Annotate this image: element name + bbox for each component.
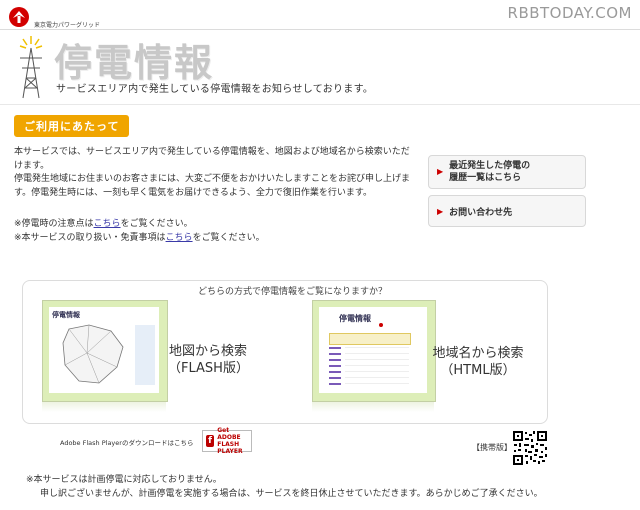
watermark: RBBTODAY.COM	[507, 4, 632, 22]
intro-line: 停電発生地域にお住まいのお客さまには、大変ご不便をおかけいたしますことをお詫び申…	[14, 174, 411, 184]
map-search-option[interactable]: 地図から検索 （FLASH版）	[168, 343, 249, 377]
get-flash-player-button[interactable]: f Get ADOBE FLASH PLAYER	[202, 427, 252, 455]
recent-outages-label: 履歴一覧はこちら	[449, 173, 522, 183]
arrow-right-icon: ▶	[437, 206, 444, 216]
company-name: 東京電力パワーグリッド	[34, 22, 101, 29]
intro-text: 本サービスでは、サービスエリア内で発生している停電情報を、地図および地域名から検…	[14, 146, 422, 200]
contact-label: お問い合わせ先	[449, 207, 513, 218]
flash-badge-line: Get ADOBE	[217, 427, 241, 441]
intro-line: けます。	[14, 160, 50, 171]
flash-download-text: Adobe Flash Playerのダウンロードはこちら	[60, 439, 194, 447]
qr-code-icon[interactable]	[512, 430, 548, 466]
map-search-label: 地図から検索	[168, 344, 247, 359]
intro-line: す。停電発生時には、一刻も早く電気をお届けできるよう、全力で復旧作業を行います。	[14, 187, 373, 198]
page-subtitle: サービスエリア内で発生している停電情報をお知らせしております。	[56, 84, 374, 95]
area-search-sublabel: （HTML版）	[440, 363, 516, 378]
section-divider	[0, 104, 640, 105]
usage-badge: ご利用にあたって	[14, 115, 130, 137]
thumbnail-reflection	[42, 402, 166, 412]
arrow-right-icon: ▶	[437, 167, 444, 176]
flash-icon: f	[206, 435, 215, 447]
company-logo[interactable]: 東京電力パワーグリッド	[8, 6, 100, 29]
recent-outages-button[interactable]: ▶ 最近発生した停電の 履歴一覧はこちら	[428, 155, 586, 189]
power-tower-icon	[19, 36, 43, 99]
search-method-question: どちらの方式で停電情報をご覧になりますか？	[198, 287, 388, 297]
footer-note-detail: 申し訳ございませんが、計画停電を実施する場合は、サービスを終日休止させていただき…	[40, 489, 543, 499]
intro-line: 本サービスでは、サービスエリア内で発生している停電情報を、地図および地域名から検…	[14, 147, 410, 157]
area-search-label: 地域名から検索	[432, 346, 524, 361]
contact-button[interactable]: ▶ お問い合わせ先	[428, 195, 586, 227]
map-search-sublabel: （FLASH版）	[168, 361, 249, 376]
footer-note: ※本サービスは計画停電に対応しておりません。	[26, 475, 222, 485]
note-outage-precautions: ※停電時の注意点はこちらをご覧ください。	[14, 219, 193, 229]
terms-link[interactable]: こちら	[166, 233, 193, 243]
flash-badge-line: FLASH PLAYER	[217, 441, 243, 455]
recent-outages-label: 最近発生した停電の	[449, 161, 531, 171]
tepco-logo-icon	[9, 7, 29, 27]
area-search-thumbnail[interactable]: 停電情報	[312, 300, 436, 402]
map-icon	[62, 324, 124, 384]
header-divider	[0, 29, 640, 30]
thumbnail-title: 停電情報	[339, 314, 371, 323]
note-terms: ※本サービスの取り扱い・免責事項はこちらをご覧ください。	[14, 233, 265, 243]
map-search-thumbnail[interactable]: 停電情報	[42, 300, 168, 402]
notes: ※停電時の注意点はこちらをご覧ください。 ※本サービスの取り扱い・免責事項はこち…	[14, 217, 265, 245]
outage-precautions-link[interactable]: こちら	[94, 219, 121, 229]
mobile-version-label: 【携帯版】	[472, 443, 512, 452]
thumbnail-title: 停電情報	[52, 311, 80, 319]
thumbnail-reflection	[312, 402, 434, 412]
page-title: 停電情報	[54, 41, 215, 85]
area-search-option[interactable]: 地域名から検索 （HTML版）	[432, 345, 524, 379]
